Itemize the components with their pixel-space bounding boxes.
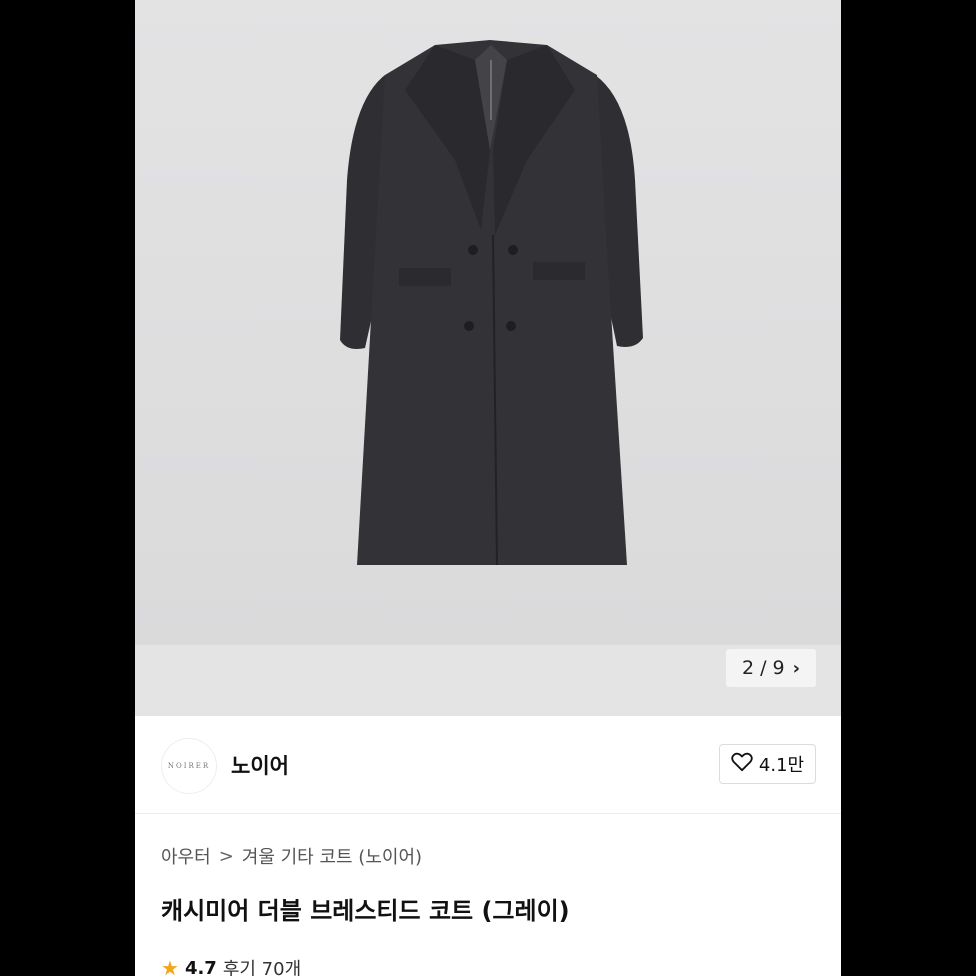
chevron-right-icon: > [218, 845, 234, 867]
chevron-right-icon[interactable]: › [793, 658, 800, 679]
product-photo[interactable] [135, 0, 841, 645]
rating-row[interactable]: ★ 4.7 후기 70개 [161, 955, 301, 976]
product-image-gallery[interactable]: 2 / 9 › [135, 0, 841, 716]
brand-logo-text: NOIRER [167, 762, 211, 770]
brand-row: NOIRER 노이어 4.1만 [135, 716, 841, 814]
breadcrumb-category[interactable]: 아우터 [161, 843, 211, 869]
like-button[interactable]: 4.1만 [719, 744, 816, 784]
breadcrumb: 아우터 > 겨울 기타 코트 (노이어) [161, 843, 422, 869]
rating-score: 4.7 [184, 957, 217, 976]
image-counter[interactable]: 2 / 9 › [726, 649, 816, 687]
review-count: 후기 70개 [222, 959, 302, 976]
product-title: 캐시미어 더블 브레스티드 코트 (그레이) [161, 897, 570, 925]
brand-logo[interactable]: NOIRER [161, 738, 217, 794]
breadcrumb-subcategory[interactable]: 겨울 기타 코트 (노이어) [242, 843, 422, 869]
brand-name[interactable]: 노이어 [231, 750, 289, 780]
coat-image [340, 40, 643, 566]
star-icon: ★ [161, 956, 179, 976]
like-count: 4.1만 [758, 755, 805, 776]
product-page: 2 / 9 › NOIRER 노이어 4.1만 아우터 > 겨울 기타 코트 (… [135, 0, 841, 976]
image-counter-text: 2 / 9 [741, 657, 785, 679]
heart-outline-icon [731, 752, 753, 777]
